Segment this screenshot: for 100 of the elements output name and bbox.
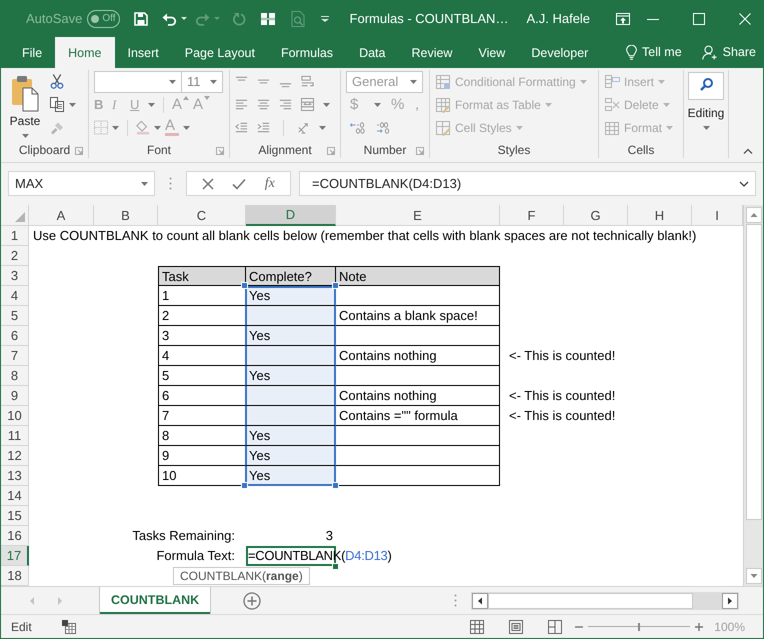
- zoom-in-icon[interactable]: [694, 622, 704, 632]
- caret-icon[interactable]: [69, 102, 76, 107]
- user-name[interactable]: A.J. Hafele: [526, 11, 590, 26]
- ribbon-tab[interactable]: Home: [55, 37, 114, 68]
- sheet-tab[interactable]: COUNTBLANK: [100, 587, 210, 614]
- checkmark-icon[interactable]: [232, 178, 246, 190]
- cancel-icon[interactable]: [202, 178, 214, 190]
- ribbon-tab[interactable]: File: [9, 37, 56, 68]
- align-right-icon[interactable]: [279, 98, 292, 111]
- scrollbar-thumb[interactable]: [488, 592, 694, 608]
- row-header[interactable]: 2: [1, 246, 29, 266]
- caret-icon[interactable]: [410, 80, 417, 84]
- column-header[interactable]: H: [628, 205, 692, 226]
- scroll-left-icon[interactable]: [472, 592, 488, 608]
- column-header[interactable]: A: [29, 205, 94, 226]
- ribbon-tab[interactable]: Page Layout: [172, 37, 268, 68]
- row-header[interactable]: 12: [1, 446, 29, 466]
- row-header[interactable]: 15: [1, 506, 29, 526]
- selection-handle-icon[interactable]: [332, 282, 339, 289]
- customize-toolbar-icon[interactable]: [320, 16, 329, 22]
- autosave-toggle[interactable]: Off: [87, 10, 120, 28]
- row-header[interactable]: 4: [1, 286, 29, 306]
- caret-icon[interactable]: [183, 126, 190, 130]
- scroll-down-icon[interactable]: [746, 568, 762, 584]
- selection-handle-icon[interactable]: [332, 482, 339, 489]
- dialog-launcher-icon[interactable]: [416, 147, 424, 156]
- selection-handle-icon[interactable]: [241, 482, 248, 489]
- fill-handle-icon[interactable]: [332, 563, 339, 570]
- formula-input[interactable]: =COUNTBLANK(D4:D13): [299, 171, 756, 196]
- row-header[interactable]: 1: [1, 226, 29, 246]
- decrease-indent-icon[interactable]: [235, 121, 248, 134]
- row-header[interactable]: 17: [1, 546, 29, 566]
- row-header[interactable]: 10: [1, 406, 29, 426]
- insert-function-button[interactable]: fx: [264, 176, 275, 192]
- paste-button[interactable]: Paste: [6, 70, 44, 142]
- caret-icon[interactable]: [22, 134, 28, 138]
- close-icon[interactable]: [739, 12, 752, 24]
- ribbon-tab[interactable]: View: [465, 37, 518, 68]
- row-header[interactable]: 14: [1, 486, 29, 506]
- ribbon-tab[interactable]: Insert: [114, 37, 172, 68]
- undo-icon[interactable]: [162, 12, 177, 26]
- decrease-decimal-icon[interactable]: [376, 122, 392, 134]
- add-sheet-icon[interactable]: [243, 592, 262, 610]
- caret-icon[interactable]: [374, 102, 381, 106]
- copy-icon[interactable]: [50, 97, 64, 112]
- column-header[interactable]: B: [94, 205, 158, 226]
- dialog-launcher-icon[interactable]: [327, 147, 335, 156]
- row-header[interactable]: 16: [1, 526, 29, 546]
- tell-me-search[interactable]: Tell me: [626, 36, 682, 68]
- row-header[interactable]: 6: [1, 326, 29, 346]
- fill-bucket-icon[interactable]: [136, 120, 150, 135]
- row-header[interactable]: 9: [1, 386, 29, 406]
- zoom-slider-thumb[interactable]: [638, 622, 640, 630]
- column-header[interactable]: G: [564, 205, 628, 226]
- layout-icon[interactable]: [260, 12, 275, 26]
- name-box[interactable]: MAX: [8, 171, 155, 196]
- column-header[interactable]: E: [336, 205, 500, 226]
- column-header[interactable]: F: [500, 205, 564, 226]
- ribbon-tab[interactable]: Formulas: [268, 37, 346, 68]
- scroll-right-icon[interactable]: [722, 592, 738, 608]
- caret-icon[interactable]: [112, 126, 119, 130]
- maximize-icon[interactable]: [693, 12, 706, 24]
- font-size-field[interactable]: 11: [181, 70, 223, 92]
- ribbon-tab[interactable]: Review: [398, 37, 466, 68]
- column-header[interactable]: D: [246, 205, 336, 226]
- collapse-ribbon-icon[interactable]: [743, 148, 753, 154]
- caret-icon[interactable]: [210, 80, 217, 84]
- increase-decimal-icon[interactable]: [350, 122, 366, 134]
- expand-icon[interactable]: [739, 180, 749, 186]
- row-header[interactable]: 11: [1, 426, 29, 446]
- share-button[interactable]: Share: [702, 36, 756, 68]
- caret-icon[interactable]: [154, 126, 161, 130]
- drag-handle-icon[interactable]: [169, 177, 172, 190]
- vertical-scrollbar[interactable]: [743, 205, 763, 586]
- caret-icon[interactable]: [169, 80, 176, 84]
- normal-view-icon[interactable]: [470, 620, 484, 634]
- align-left-icon[interactable]: [235, 98, 248, 111]
- page-break-icon[interactable]: [548, 620, 562, 634]
- row-header[interactable]: 5: [1, 306, 29, 326]
- ribbon-tab[interactable]: Developer: [518, 37, 602, 68]
- editing-button[interactable]: Editing: [688, 70, 724, 130]
- page-layout-icon[interactable]: [509, 620, 524, 634]
- row-header[interactable]: 18: [1, 566, 29, 586]
- ribbon-display-icon[interactable]: [616, 12, 630, 24]
- align-center-icon[interactable]: [257, 98, 270, 111]
- tab-splitter-icon[interactable]: [454, 594, 458, 607]
- horizontal-scrollbar[interactable]: [471, 592, 740, 610]
- row-header[interactable]: 7: [1, 346, 29, 366]
- caret-icon[interactable]: [148, 102, 155, 106]
- scrollbar-thumb[interactable]: [746, 224, 762, 520]
- caret-icon[interactable]: [319, 126, 326, 130]
- increase-indent-icon[interactable]: [257, 121, 270, 134]
- row-header[interactable]: 3: [1, 266, 29, 286]
- dialog-launcher-icon[interactable]: [75, 147, 83, 156]
- caret-icon[interactable]: [180, 17, 187, 20]
- scroll-up-icon[interactable]: [746, 207, 762, 223]
- caret-icon[interactable]: [141, 182, 148, 186]
- row-header[interactable]: 13: [1, 466, 29, 486]
- caret-icon[interactable]: [323, 102, 330, 106]
- text-orientation-icon[interactable]: [297, 121, 310, 134]
